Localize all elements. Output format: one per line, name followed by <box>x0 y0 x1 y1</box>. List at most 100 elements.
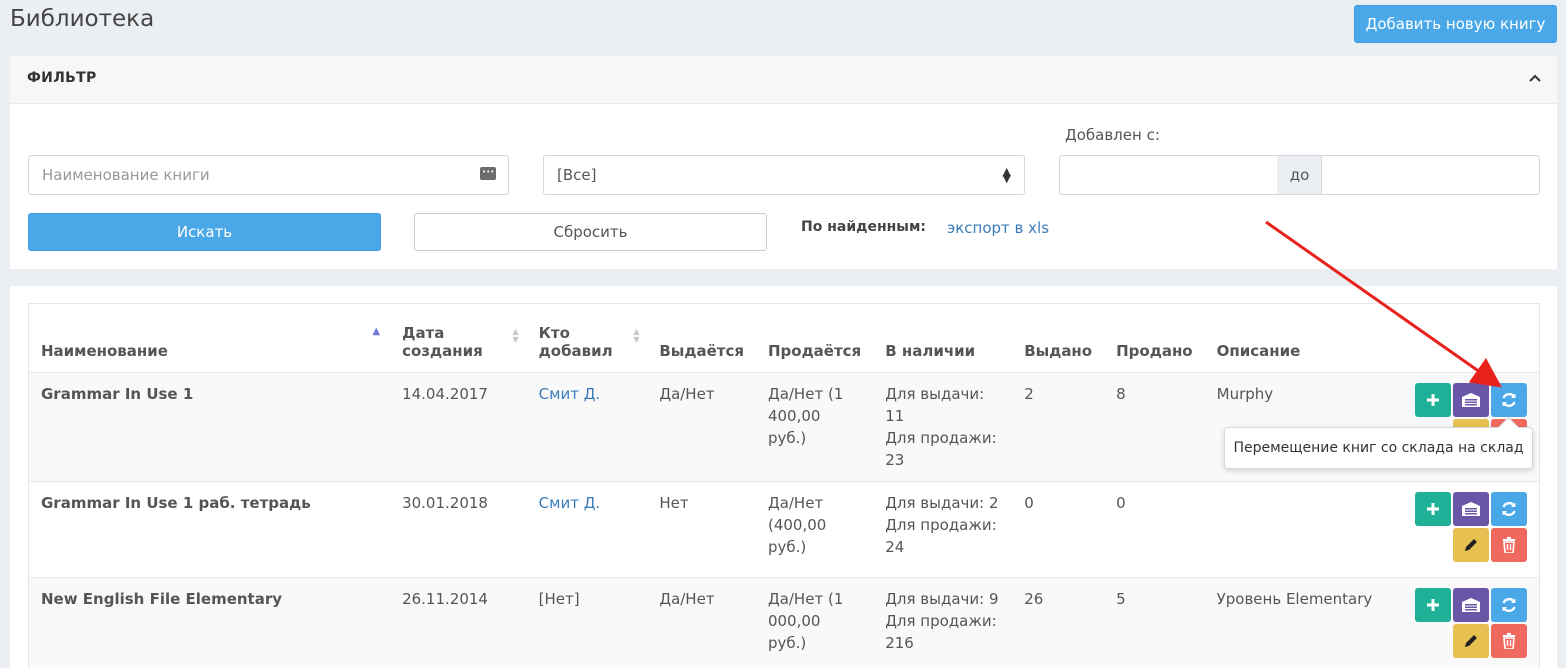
search-button[interactable]: Искать <box>28 213 381 251</box>
date-from-input[interactable] <box>1059 155 1278 195</box>
col-sold: Продано <box>1104 304 1205 373</box>
issued-count: 2 <box>1012 372 1105 482</box>
page-title: Библиотека <box>10 6 155 32</box>
warehouse-icon <box>1462 597 1480 612</box>
col-stock-label: В наличии <box>885 341 976 360</box>
col-name[interactable]: Наименование ▲ <box>29 304 391 373</box>
col-stock: В наличии <box>873 304 1013 373</box>
refresh-icon <box>1502 597 1516 612</box>
stock-lend: Для выдачи: 2 <box>885 493 999 512</box>
ellipsis-icon <box>480 167 496 180</box>
reset-button[interactable]: Сбросить <box>414 213 767 251</box>
refresh-icon <box>1502 501 1516 516</box>
refresh-icon <box>1502 392 1516 407</box>
col-description-label: Описание <box>1216 341 1301 360</box>
col-issued: Выдано <box>1012 304 1105 373</box>
sort-asc-icon: ▲ <box>372 326 381 337</box>
added-by-link[interactable]: Смит Д. <box>526 481 648 578</box>
plus-icon <box>1427 393 1439 406</box>
warehouse-icon <box>1462 392 1480 407</box>
col-actions <box>1403 304 1539 373</box>
col-added-by[interactable]: Кто добавил ▲ ▼ <box>526 304 648 373</box>
pencil-icon <box>1465 634 1477 647</box>
col-selling: Продаётся <box>755 304 874 373</box>
book-name-input[interactable] <box>28 155 509 195</box>
select-arrows-icon: ▲ ▼ <box>1002 165 1011 185</box>
status-select-value: [Все] <box>557 166 597 184</box>
warehouse-button[interactable] <box>1453 587 1489 622</box>
warehouse-button[interactable] <box>1453 491 1489 526</box>
delete-button[interactable] <box>1491 527 1527 562</box>
selling-status: Да/Нет (1 400,00 руб.) <box>755 372 874 482</box>
actions-cell <box>1403 481 1539 578</box>
col-sold-label: Продано <box>1116 341 1193 360</box>
transfer-tooltip: Перемещение книг со склада на склад <box>1224 427 1533 469</box>
status-select[interactable]: [Все] ▲ ▼ <box>543 155 1025 195</box>
description: Уровень Elementary <box>1204 577 1403 668</box>
stock-lend: Для выдачи: 9 <box>885 589 999 608</box>
col-lending: Выдаётся <box>647 304 756 373</box>
col-lending-label: Выдаётся <box>659 341 744 360</box>
add-copies-button[interactable] <box>1415 491 1451 526</box>
added-by: [Нет] <box>526 577 648 668</box>
transfer-button[interactable] <box>1491 491 1527 526</box>
description <box>1204 481 1403 578</box>
edit-button[interactable] <box>1453 527 1489 562</box>
col-created-label: Дата создания <box>402 323 483 360</box>
lending-status: Нет <box>647 481 756 578</box>
warehouse-icon <box>1462 501 1480 516</box>
books-table-wrap: Наименование ▲ Дата создания ▲ ▼ Кто доба… <box>28 303 1540 668</box>
sold-count: 5 <box>1104 577 1205 668</box>
add-new-book-button[interactable]: Добавить новую книгу <box>1354 5 1557 43</box>
book-name: Grammar In Use 1 <box>29 372 391 482</box>
plus-icon <box>1427 502 1439 515</box>
added-from-label: Добавлен с: <box>1065 126 1160 144</box>
sort-icon: ▲ ▼ <box>512 327 519 344</box>
add-copies-button[interactable] <box>1415 382 1451 417</box>
sold-count: 0 <box>1104 481 1205 578</box>
delete-button[interactable] <box>1491 623 1527 658</box>
warehouse-button[interactable] <box>1453 382 1489 417</box>
book-name: New English File Elementary <box>29 577 391 668</box>
selling-status: Да/Нет (400,00 руб.) <box>755 481 874 578</box>
lending-status: Да/Нет <box>647 577 756 668</box>
sort-icon: ▲ ▼ <box>633 327 640 344</box>
add-copies-button[interactable] <box>1415 587 1451 622</box>
chevron-up-icon[interactable] <box>1525 68 1545 88</box>
col-description: Описание <box>1204 304 1403 373</box>
trash-icon <box>1503 632 1515 649</box>
filter-header[interactable]: ФИЛЬТР <box>10 56 1557 104</box>
empty-slot <box>1415 624 1451 658</box>
col-created[interactable]: Дата создания ▲ ▼ <box>390 304 527 373</box>
issued-count: 0 <box>1012 481 1105 578</box>
actions-cell <box>1403 577 1539 668</box>
date-to-input[interactable] <box>1321 155 1540 195</box>
transfer-button[interactable] <box>1491 587 1527 622</box>
filter-title: ФИЛЬТР <box>27 70 97 86</box>
col-name-label: Наименование <box>41 341 168 360</box>
stock-cell: Для выдачи: 9 Для продажи: 216 <box>873 577 1013 668</box>
pencil-icon <box>1465 538 1477 551</box>
stock-sell: Для продажи: 23 <box>885 428 997 469</box>
transfer-button[interactable] <box>1491 382 1527 417</box>
col-issued-label: Выдано <box>1024 341 1093 360</box>
table-row: New English File Elementary 26.11.2014 [… <box>29 577 1539 668</box>
lending-status: Да/Нет <box>647 372 756 482</box>
stock-sell: Для продажи: 24 <box>885 515 997 556</box>
stock-sell: Для продажи: 216 <box>885 611 997 652</box>
created-date: 14.04.2017 <box>390 372 527 482</box>
sold-count: 8 <box>1104 372 1205 482</box>
edit-button[interactable] <box>1453 623 1489 658</box>
books-panel: Наименование ▲ Дата создания ▲ ▼ Кто доба… <box>10 286 1557 668</box>
export-xls-link[interactable]: экспорт в xls <box>947 219 1049 237</box>
added-by-link[interactable]: Смит Д. <box>526 372 648 482</box>
plus-icon <box>1427 598 1439 611</box>
date-separator: до <box>1277 155 1322 195</box>
created-date: 30.01.2018 <box>390 481 527 578</box>
stock-cell: Для выдачи: 2 Для продажи: 24 <box>873 481 1013 578</box>
books-table: Наименование ▲ Дата создания ▲ ▼ Кто доба… <box>29 304 1539 668</box>
col-added-by-label: Кто добавил <box>538 323 613 360</box>
selling-status: Да/Нет (1 000,00 руб.) <box>755 577 874 668</box>
empty-slot <box>1415 528 1451 562</box>
filter-panel: ФИЛЬТР [Все] ▲▼ Добавлен с: до Искать Сб… <box>10 56 1557 269</box>
